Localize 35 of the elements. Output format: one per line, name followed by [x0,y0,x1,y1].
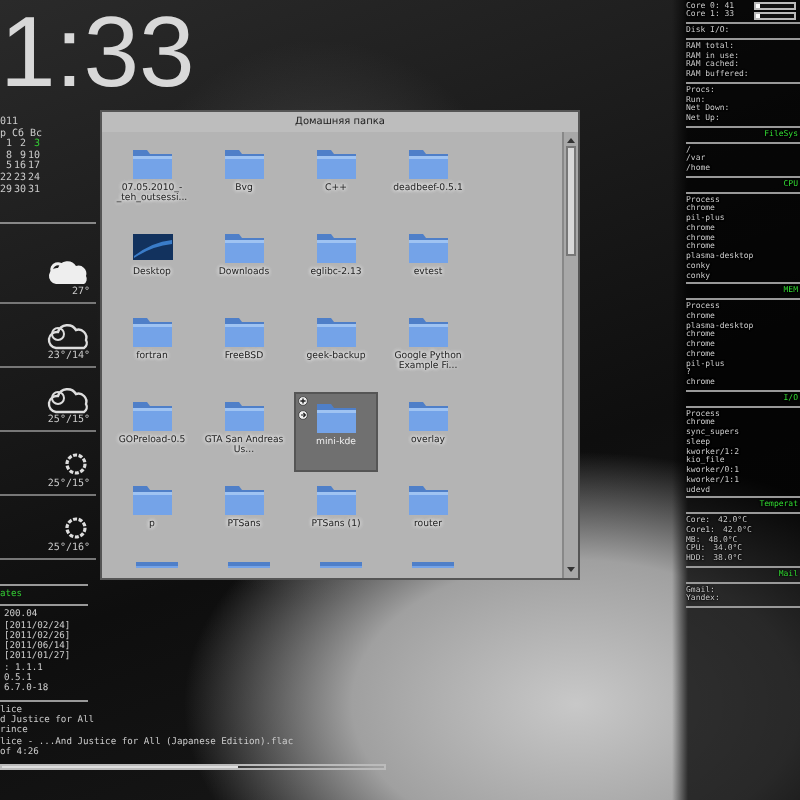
plus-circle-icon[interactable] [298,396,308,406]
scroll-down-icon[interactable] [566,566,576,574]
folder-icon [223,482,265,516]
folder-icon [407,398,449,432]
folder-icon [223,230,265,264]
folder-icon [223,146,265,180]
cloud-icon [46,322,90,350]
clock-time: 1:33 [0,0,195,110]
folder-icon [131,482,173,516]
folder-icon [223,398,265,432]
folder-icon [315,482,357,516]
folder-icon [315,400,357,434]
folder-icon [407,482,449,516]
folder-icon [315,230,357,264]
folder-icon [407,230,449,264]
folder-icon [131,146,173,180]
folder-icon [315,146,357,180]
folder-icon [319,560,361,568]
cloud-icon [46,258,90,286]
cloud-icon [46,386,90,414]
scrollbar[interactable] [562,132,578,578]
folder-icon [407,314,449,348]
folder-icon [315,314,357,348]
desktop-folder-icon [131,230,173,264]
arrow-circle-icon[interactable] [298,410,308,420]
folder-icon [411,560,453,568]
scrollbar-thumb[interactable] [566,146,576,256]
folder-icon [131,398,173,432]
folder-icon [135,560,177,568]
folder-icon [223,314,265,348]
folder-icon [407,146,449,180]
sun-icon [62,514,90,542]
folder-icon [131,314,173,348]
sun-icon [62,450,90,478]
folder-icon [227,560,269,568]
